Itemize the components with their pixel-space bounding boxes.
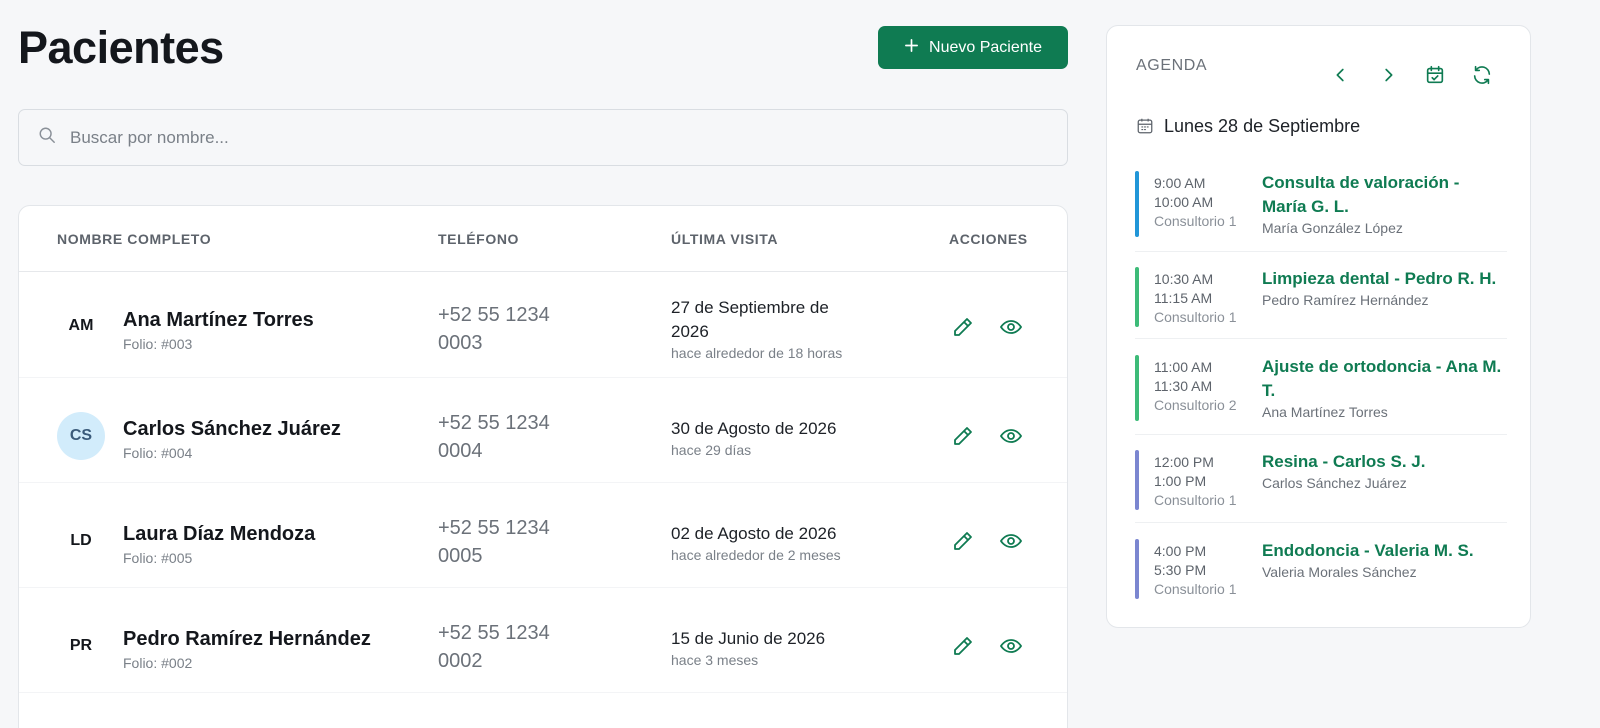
column-header-last-visit: ÚLTIMA VISITA xyxy=(671,231,779,247)
patient-phone: +52 55 1234 0003 xyxy=(438,304,550,354)
appointment-start: 12:00 PM xyxy=(1154,454,1214,470)
chevron-left-icon[interactable] xyxy=(1330,64,1354,88)
appointment-room: Consultorio 1 xyxy=(1154,492,1237,508)
appointment-patient: María González López xyxy=(1262,220,1403,236)
appointment-end: 11:15 AM xyxy=(1154,290,1213,306)
column-header-name: NOMBRE COMPLETO xyxy=(57,231,212,247)
patient-folio: Folio: #002 xyxy=(123,655,193,671)
appointment-title[interactable]: Limpieza dental - Pedro R. H. xyxy=(1262,267,1507,291)
last-visit-date: 30 de Agosto de 2026 xyxy=(671,419,837,438)
new-patient-button[interactable]: Nuevo Paciente xyxy=(878,26,1068,69)
avatar: LD xyxy=(70,532,92,549)
appointment-start: 4:00 PM xyxy=(1154,543,1207,559)
search-input[interactable] xyxy=(70,127,970,148)
patient-name: Ana Martínez Torres xyxy=(123,309,314,331)
page-title: Pacientes xyxy=(18,22,224,73)
patient-folio: Folio: #005 xyxy=(123,550,193,566)
divider xyxy=(1135,434,1507,435)
eye-icon[interactable] xyxy=(999,315,1023,339)
patient-phone: +52 55 1234 0004 xyxy=(438,412,550,462)
appointment-start: 11:00 AM xyxy=(1154,359,1213,375)
appointment-start: 10:30 AM xyxy=(1154,271,1214,287)
appointment-color-bar xyxy=(1135,450,1139,510)
table-row[interactable]: CS Carlos Sánchez Juárez Folio: #004 +52… xyxy=(19,378,1067,483)
column-header-actions: ACCIONES xyxy=(949,231,1028,247)
patient-phone: +52 55 1234 0002 xyxy=(438,622,550,672)
last-visit-relative: hace 3 meses xyxy=(671,652,759,668)
appointment-end: 1:00 PM xyxy=(1154,473,1207,489)
appointment-patient: Ana Martínez Torres xyxy=(1262,404,1388,420)
patient-phone: +52 55 1234 0005 xyxy=(438,517,550,567)
appointment-start: 9:00 AM xyxy=(1154,175,1206,191)
divider xyxy=(1135,522,1507,523)
divider xyxy=(1135,338,1507,339)
calendar-check-icon[interactable] xyxy=(1424,64,1448,88)
patient-name: Carlos Sánchez Juárez xyxy=(123,418,341,440)
patient-name: Laura Díaz Mendoza xyxy=(123,523,316,545)
pencil-icon[interactable] xyxy=(951,315,975,339)
avatar: CS xyxy=(57,412,105,460)
appointment-color-bar xyxy=(1135,355,1139,421)
table-header: NOMBRE COMPLETO TELÉFONO ÚLTIMA VISITA A… xyxy=(19,206,1067,272)
patients-table: NOMBRE COMPLETO TELÉFONO ÚLTIMA VISITA A… xyxy=(18,205,1068,728)
patient-folio: Folio: #003 xyxy=(123,336,193,352)
avatar: PR xyxy=(69,637,93,654)
appointment-item[interactable]: 10:30 AM 11:15 AM Consultorio 1 Limpieza… xyxy=(1135,267,1507,356)
table-row[interactable]: LD Laura Díaz Mendoza Folio: #005 +52 55… xyxy=(19,483,1067,588)
last-visit-relative: hace 29 días xyxy=(671,442,752,458)
search-icon xyxy=(38,126,56,149)
search-bar xyxy=(18,109,1068,166)
appointment-room: Consultorio 1 xyxy=(1154,213,1237,229)
appointment-title[interactable]: Ajuste de ortodoncia - Ana M. T. xyxy=(1262,355,1507,403)
last-visit-date: 15 de Junio de 2026 xyxy=(671,629,826,648)
appointment-item[interactable]: 4:00 PM 5:30 PM Consultorio 1 Endodoncia… xyxy=(1135,539,1507,605)
calendar-icon xyxy=(1136,117,1154,135)
appointment-patient: Carlos Sánchez Juárez xyxy=(1262,475,1407,491)
last-visit-date: 02 de Agosto de 2026 xyxy=(671,524,837,543)
divider xyxy=(1135,251,1507,252)
table-row[interactable]: AM Ana Martínez Torres Folio: #003 +52 5… xyxy=(19,273,1067,378)
table-row[interactable]: PR Pedro Ramírez Hernández Folio: #002 +… xyxy=(19,588,1067,693)
refresh-icon[interactable] xyxy=(1471,64,1495,88)
pencil-icon[interactable] xyxy=(951,634,975,658)
last-visit-relative: hace alrededor de 2 meses xyxy=(671,547,841,563)
patient-name: Pedro Ramírez Hernández xyxy=(123,628,371,650)
appointment-end: 5:30 PM xyxy=(1154,562,1207,578)
chevron-right-icon[interactable] xyxy=(1377,64,1401,88)
appointment-item[interactable]: 12:00 PM 1:00 PM Consultorio 1 Resina - … xyxy=(1135,450,1507,538)
appointment-room: Consultorio 2 xyxy=(1154,397,1237,413)
appointment-room: Consultorio 1 xyxy=(1154,581,1237,597)
agenda-title: AGENDA xyxy=(1136,57,1208,74)
appointment-patient: Pedro Ramírez Hernández xyxy=(1262,292,1429,308)
pencil-icon[interactable] xyxy=(951,529,975,553)
eye-icon[interactable] xyxy=(999,529,1023,553)
appointment-title[interactable]: Resina - Carlos S. J. xyxy=(1262,450,1507,474)
last-visit-relative: hace alrededor de 18 horas xyxy=(671,345,843,361)
eye-icon[interactable] xyxy=(999,424,1023,448)
agenda-panel: AGENDA Lunes 28 de Septiembre 9:00 AM 10… xyxy=(1106,25,1531,628)
appointment-item[interactable]: 9:00 AM 10:00 AM Consultorio 1 Consulta … xyxy=(1135,171,1507,261)
appointment-color-bar xyxy=(1135,171,1139,237)
patient-folio: Folio: #004 xyxy=(123,445,193,461)
appointment-color-bar xyxy=(1135,539,1139,599)
appointment-title[interactable]: Endodoncia - Valeria M. S. xyxy=(1262,539,1507,563)
appointment-end: 11:30 AM xyxy=(1154,378,1213,394)
pencil-icon[interactable] xyxy=(951,424,975,448)
appointment-end: 10:00 AM xyxy=(1154,194,1214,210)
appointment-room: Consultorio 1 xyxy=(1154,309,1237,325)
eye-icon[interactable] xyxy=(999,634,1023,658)
last-visit-date: 27 de Septiembre de 2026 xyxy=(671,298,829,341)
avatar: AM xyxy=(68,317,94,334)
new-patient-label: Nuevo Paciente xyxy=(929,38,1042,56)
appointment-item[interactable]: 11:00 AM 11:30 AM Consultorio 2 Ajuste d… xyxy=(1135,355,1507,450)
column-header-phone: TELÉFONO xyxy=(438,231,520,247)
agenda-date: Lunes 28 de Septiembre xyxy=(1164,116,1361,136)
appointment-patient: Valeria Morales Sánchez xyxy=(1262,564,1417,580)
plus-icon xyxy=(904,38,919,58)
appointment-color-bar xyxy=(1135,267,1139,327)
appointment-title[interactable]: Consulta de valoración - María G. L. xyxy=(1262,171,1507,219)
